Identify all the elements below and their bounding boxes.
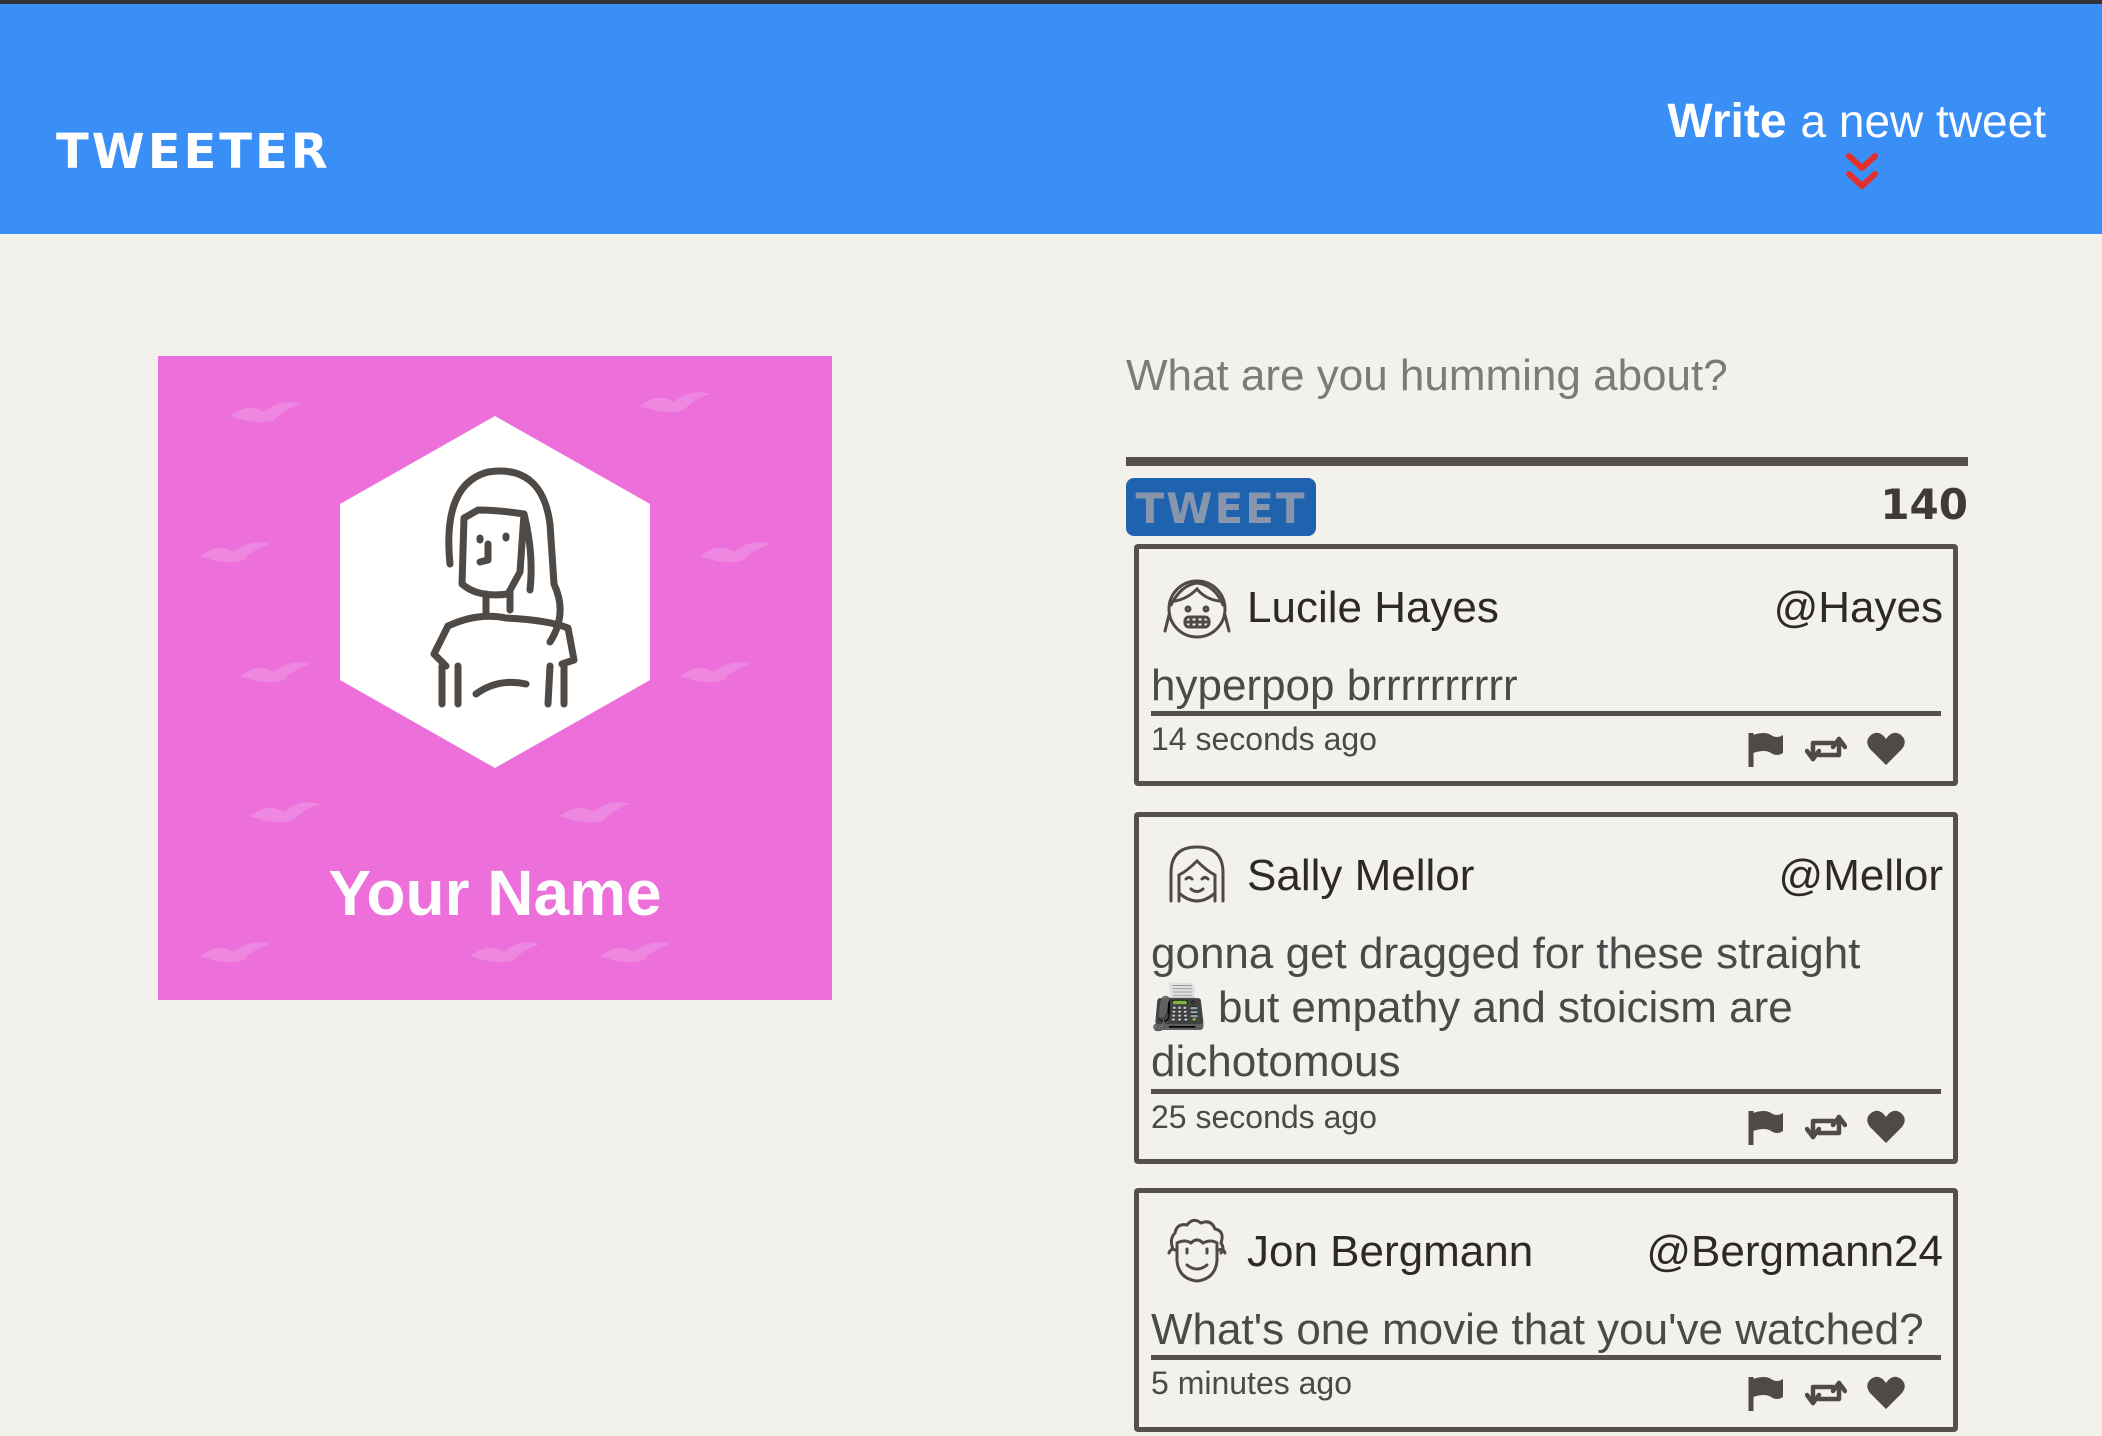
tweet-text: gonna get dragged for these straight 📠 b…: [1151, 929, 1861, 1086]
tweet-author-name[interactable]: Lucile Hayes: [1247, 583, 1499, 633]
tweet-author-handle[interactable]: @Hayes: [1774, 583, 1943, 633]
tweet-submit-button[interactable]: TWEET: [1126, 478, 1316, 536]
write-label-bold: Write: [1667, 95, 1787, 148]
compose-underline: [1126, 457, 1968, 466]
flag-icon[interactable]: [1745, 1373, 1787, 1413]
grinning-girl-avatar-icon: [1163, 579, 1231, 639]
heart-icon[interactable]: [1865, 1107, 1907, 1147]
tweet-actions: [1745, 729, 1925, 769]
bird-pattern-icon: [600, 942, 670, 963]
tweet-author-handle[interactable]: @Mellor: [1779, 851, 1943, 901]
bird-pattern-icon: [700, 542, 770, 563]
bird-pattern-icon: [200, 942, 270, 963]
tweet-divider: [1151, 1355, 1941, 1360]
tweet-author-name[interactable]: Sally Mellor: [1247, 851, 1474, 901]
tweet-actions: [1745, 1107, 1925, 1147]
curly-hair-avatar-icon: [1167, 1218, 1227, 1283]
tweet-timestamp: 5 minutes ago: [1151, 1365, 1353, 1401]
bird-pattern-icon: [200, 542, 270, 563]
retweet-icon[interactable]: [1805, 1107, 1847, 1147]
tweet-timestamp: 25 seconds ago: [1151, 1099, 1377, 1135]
retweet-icon[interactable]: [1805, 729, 1847, 769]
tweet-card: Sally Mellor @Mellor gonna get dragged f…: [1134, 812, 1958, 1164]
profile-avatar: [340, 416, 650, 768]
write-label-rest: a new tweet: [1800, 95, 2046, 147]
tweet-author-handle[interactable]: @Bergmann24: [1646, 1227, 1943, 1277]
write-new-tweet-link[interactable]: Write a new tweet: [1667, 94, 2046, 149]
chevron-double-down-icon[interactable]: [1845, 152, 1879, 194]
flag-icon[interactable]: [1745, 729, 1787, 769]
tweet-card: Lucile Hayes @Hayes hyperpop brrrrrrrrrr…: [1134, 544, 1958, 786]
smiling-girl-avatar-icon: [1169, 845, 1225, 903]
tweet-button-label: TWEET: [1135, 484, 1307, 533]
tweet-compose-input[interactable]: [1126, 336, 1966, 416]
tweet-text: What's one movie that you've watched?: [1151, 1305, 1924, 1354]
flag-icon[interactable]: [1745, 1107, 1787, 1147]
retweet-icon[interactable]: [1805, 1373, 1847, 1413]
tweet-divider: [1151, 1089, 1941, 1094]
bird-pattern-icon: [470, 942, 540, 963]
brand-logo[interactable]: TWEETER: [56, 124, 331, 180]
heart-icon[interactable]: [1865, 1373, 1907, 1413]
bird-pattern-icon: [230, 402, 300, 423]
bird-pattern-icon: [250, 802, 320, 823]
tweet-timestamp: 14 seconds ago: [1151, 721, 1377, 757]
tweet-divider: [1151, 711, 1941, 716]
bird-pattern-icon: [560, 802, 630, 823]
tweet-actions: [1745, 1373, 1925, 1413]
profile-name: Your Name: [328, 857, 662, 929]
bird-pattern-icon: [680, 662, 750, 683]
profile-card: Your Name: [158, 356, 832, 1000]
tweet-author-name[interactable]: Jon Bergmann: [1247, 1227, 1533, 1277]
bird-pattern-icon: [240, 662, 310, 683]
character-counter: 140: [1880, 480, 1968, 529]
heart-icon[interactable]: [1865, 729, 1907, 769]
tweet-card: Jon Bergmann @Bergmann24 What's one movi…: [1134, 1188, 1958, 1432]
tweet-text: hyperpop brrrrrrrrrr: [1151, 661, 1518, 710]
navbar: TWEETER Write a new tweet: [0, 4, 2102, 234]
